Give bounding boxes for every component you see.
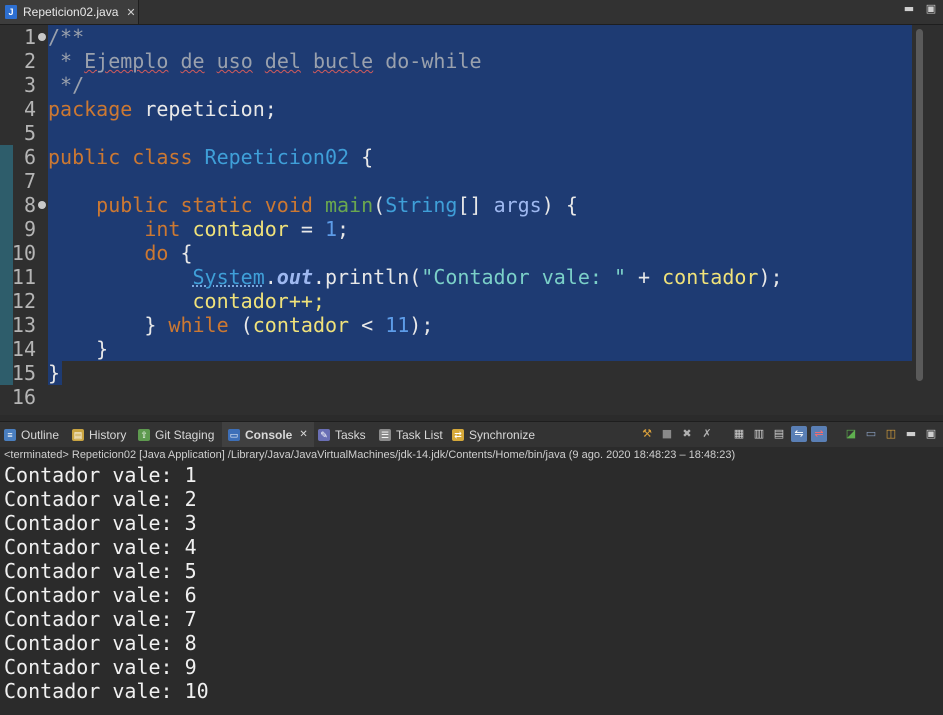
close-icon[interactable]: ✕ [126, 6, 135, 19]
editor-tab-title: Repeticion02.java [23, 5, 119, 19]
line-number: 15 [11, 361, 36, 385]
display-selected-console-icon[interactable]: ◪ [843, 426, 859, 442]
pin-console-icon[interactable]: ⇋ [791, 426, 807, 442]
line-number: 1 [23, 25, 36, 49]
console-line: Contador vale: 5 [4, 559, 197, 583]
console-toolbar: ⚒ ■ ✖ ✗ ▦ ▥ ▤ ⇋ ⇌ ◪ ▭ ◫ ▬ ▣ [639, 426, 939, 442]
code-line: */ [48, 73, 85, 97]
console-line: Contador vale: 7 [4, 607, 197, 631]
minimize-icon[interactable]: ▬ [903, 426, 919, 442]
line-number: 11 [11, 265, 36, 289]
minimize-icon[interactable]: ▬ [903, 3, 915, 15]
console-process-info: <terminated> Repeticion02 [Java Applicat… [4, 449, 736, 461]
tab-synchronize[interactable]: ⇄ Synchronize [452, 422, 535, 447]
line-number: 6 [23, 145, 36, 169]
toolbar-separator [719, 426, 727, 442]
editor-tab-repeticion02[interactable]: J Repeticion02.java ✕ [0, 0, 139, 24]
code-line: package repeticion; [48, 97, 277, 121]
console-output[interactable]: <terminated> Repeticion02 [Java Applicat… [0, 447, 943, 715]
fold-icon[interactable] [38, 33, 46, 41]
line-number: 5 [23, 121, 36, 145]
code-line: public static void main(String[] args) { [96, 193, 578, 217]
git-staging-icon: ⇧ [138, 428, 150, 441]
line-number: 10 [11, 241, 36, 265]
line-number: 2 [23, 49, 36, 73]
console-icon: ▭ [228, 428, 240, 441]
console-line: Contador vale: 9 [4, 655, 197, 679]
code-line: contador++; [192, 289, 325, 313]
history-icon: ▤ [72, 428, 84, 441]
tab-label: Synchronize [469, 427, 536, 442]
outline-icon: ≡ [4, 428, 16, 441]
line-number: 14 [11, 337, 36, 361]
toolbar-separator [831, 426, 839, 442]
stop-icon[interactable]: ■ [659, 426, 675, 442]
views-tab-bar: ≡ Outline ▤ History ⇧ Git Staging ▭ Cons… [0, 421, 943, 447]
editor-tab-bar: J Repeticion02.java ✕ ▬ ▣ [0, 0, 943, 25]
code-line: } [48, 361, 61, 385]
code-editor[interactable]: 1 2 3 4 5 6 7 8 9 10 11 12 13 14 15 16 /** * Ejemplo de… [0, 25, 943, 415]
line-number: 7 [23, 169, 36, 193]
tab-label: History [89, 427, 127, 442]
remove-launch-icon[interactable]: ✖ [679, 426, 695, 442]
line-number: 9 [23, 217, 36, 241]
line-number-gutter: 1 2 3 4 5 6 7 8 9 10 11 12 13 14 15 16 [0, 25, 48, 415]
line-number: 8 [23, 193, 36, 217]
tab-console[interactable]: ▭ Console ✕ [222, 422, 314, 447]
scroll-lock-icon[interactable]: ▦ [731, 426, 747, 442]
console-line: Contador vale: 6 [4, 583, 197, 607]
close-icon[interactable]: ✕ [299, 429, 307, 440]
console-line: Contador vale: 10 [4, 679, 209, 703]
console-line: Contador vale: 4 [4, 535, 197, 559]
task-list-icon: ☰ [379, 428, 391, 441]
editor-scrollbar[interactable] [916, 29, 923, 381]
tasks-icon: ✎ [318, 428, 330, 441]
java-file-icon: J [5, 5, 17, 19]
line-number: 13 [11, 313, 36, 337]
show-error-icon[interactable]: ⇌ [811, 426, 827, 442]
new-console-icon[interactable]: ◫ [883, 426, 899, 442]
code-line: public class Repeticion02 { [48, 145, 374, 169]
synchronize-icon: ⇄ [452, 428, 464, 441]
maximize-icon[interactable]: ▣ [923, 426, 939, 442]
code-line: } [96, 337, 109, 361]
open-console-icon[interactable]: ▭ [863, 426, 879, 442]
code-line: System.out.println("Contador vale: " + c… [192, 265, 783, 289]
tab-outline[interactable]: ≡ Outline [4, 422, 59, 447]
line-number: 4 [23, 97, 36, 121]
tab-task-list[interactable]: ☰ Task List [379, 422, 443, 447]
tab-label: Console [245, 427, 293, 442]
code-line: /** [48, 25, 85, 49]
wrench-icon[interactable]: ⚒ [639, 426, 655, 442]
code-line: int contador = 1; [144, 217, 350, 241]
tab-history[interactable]: ▤ History [72, 422, 126, 447]
show-console-icon[interactable]: ▤ [771, 426, 787, 442]
remove-all-icon[interactable]: ✗ [699, 426, 715, 442]
console-line: Contador vale: 2 [4, 487, 197, 511]
code-line: } while (contador < 11); [144, 313, 434, 337]
tab-label: Task List [396, 427, 443, 442]
console-line: Contador vale: 1 [4, 463, 197, 487]
fold-icon[interactable] [38, 201, 46, 209]
tab-label: Git Staging [155, 427, 215, 442]
line-number: 16 [11, 385, 36, 409]
code-area[interactable]: /** * Ejemplo de uso del bucle do-while … [48, 25, 912, 415]
console-line: Contador vale: 8 [4, 631, 197, 655]
tab-label: Outline [21, 427, 60, 442]
word-wrap-icon[interactable]: ▥ [751, 426, 767, 442]
code-line: * Ejemplo de uso del bucle do-while [48, 49, 482, 73]
line-number: 12 [11, 289, 36, 313]
code-line: do { [144, 241, 193, 265]
console-line: Contador vale: 3 [4, 511, 197, 535]
tab-git-staging[interactable]: ⇧ Git Staging [138, 422, 214, 447]
maximize-icon[interactable]: ▣ [925, 3, 937, 15]
line-number: 3 [23, 73, 36, 97]
tab-label: Tasks [335, 427, 366, 442]
tab-tasks[interactable]: ✎ Tasks [318, 422, 366, 447]
